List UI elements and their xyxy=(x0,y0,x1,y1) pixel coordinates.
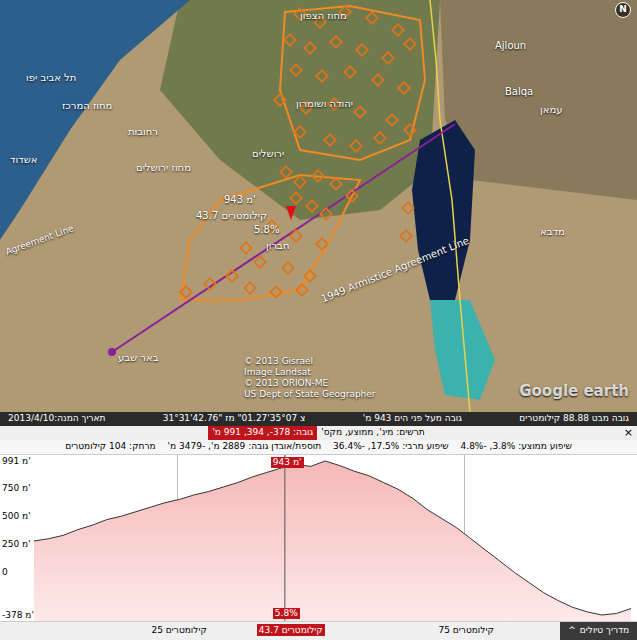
map-label: תל אביב יפו xyxy=(26,70,76,85)
coordinates: 31°31'42.76" צ 35°07'01.27" מז xyxy=(163,412,306,426)
guide-button[interactable]: מדריך טיולים ^ xyxy=(560,622,637,640)
stat: שיפוע מרבי: 17.5%, -36.4% xyxy=(333,440,448,454)
attribution: © 2013 GisraelImage Landsat© 2013 ORION-… xyxy=(244,356,376,400)
expand-icon: ^ xyxy=(568,624,576,638)
elevation: גובה מעל פני הים 943 מ' xyxy=(363,412,462,426)
compass-icon[interactable]: N xyxy=(615,2,631,18)
marker-slope: 5.8% xyxy=(254,222,279,237)
map-label: מחוז ירושלים xyxy=(136,160,191,175)
stat: תוספת/אובדן גובה: 2889 מ', -3479 מ' xyxy=(168,440,322,454)
y-tick: 500 מ' xyxy=(2,511,31,521)
map-label: חברון xyxy=(266,238,289,253)
chart-area[interactable]: 991 מ' 750 מ' 500 מ' 250 מ' 0 -378 מ' 943 מ' 5.… xyxy=(0,455,637,621)
map-label: מחוז המרכז xyxy=(62,98,112,113)
summary-label: תרשים: מינ', ממוצע, מקס' xyxy=(317,426,428,440)
y-tick: 991 מ' xyxy=(2,456,31,466)
summary-value: גובה: 378-, 394, 991 מ' xyxy=(208,426,317,440)
map-view[interactable]: מחוז הצפון Ajloun תל אביב יפו Balqa מחוז המר… xyxy=(0,0,637,412)
eye-altitude: גובה מבט 88.88 קילומטרים xyxy=(519,412,629,426)
map-label: Balqa xyxy=(505,84,533,99)
map-label: Ajloun xyxy=(495,38,526,53)
cursor-elevation: 943 מ' xyxy=(271,457,304,468)
elevation-profile[interactable]: תרשים: מינ', ממוצע, מקס'גובה: 378-, 394,… xyxy=(0,426,637,640)
guide-label: מדריך טיולים xyxy=(580,624,629,638)
google-earth-window: מחוז הצפון Ajloun תל אביב יפו Balqa מחוז המר… xyxy=(0,0,637,640)
marker-distance: 43.7 קילומטרים xyxy=(196,208,267,223)
x-tick: 25 קילומטרים xyxy=(150,624,209,636)
profile-stats-row: שיפוע ממוצע: 3.8%, -4.8% שיפוע מרבי: 17.5… xyxy=(0,440,637,455)
y-tick: 750 מ' xyxy=(2,483,31,493)
map-label: עמאן xyxy=(540,102,562,117)
cursor-slope: 5.8% xyxy=(273,608,300,619)
x-tick: 75 קילומטרים xyxy=(437,624,496,636)
stat: מרחק: 104 קילומטרים xyxy=(65,440,155,454)
y-tick: 250 מ' xyxy=(2,539,31,549)
x-tick: 43.7 קילומטרים xyxy=(257,624,325,636)
satellite-map-icon xyxy=(0,0,637,412)
stat: שיפוע ממוצע: 3.8%, -4.8% xyxy=(461,440,572,454)
y-tick: 0 xyxy=(2,567,8,577)
map-label: רחובות xyxy=(128,124,158,139)
y-tick: -378 מ' xyxy=(2,610,34,620)
y-axis: 991 מ' 750 מ' 500 מ' 250 מ' 0 -378 מ' xyxy=(0,455,34,621)
map-label: אשדוד xyxy=(10,152,37,167)
map-label: יהודה ושומרון xyxy=(296,96,353,111)
close-button[interactable]: × xyxy=(624,426,633,440)
elevation-chart xyxy=(34,455,631,621)
marker-elevation: 943 מ' xyxy=(224,192,256,207)
status-bar: גובה מבט 88.88 קילומטרים גובה מעל פני הים… xyxy=(0,412,637,426)
map-label: באר שבע xyxy=(118,350,158,365)
x-axis-row: 25 קילומטרים 43.7 קילומטרים 75 קילומטרים מד… xyxy=(0,621,637,640)
profile-summary-row: תרשים: מינ', ממוצע, מקס'גובה: 378-, 394,… xyxy=(0,426,637,440)
imagery-date: תאריך המנה:2013/4/10 xyxy=(8,412,105,426)
map-label: מדבא xyxy=(540,224,565,239)
google-earth-logo: Google earth xyxy=(519,380,629,403)
map-label: ירושלים xyxy=(252,146,284,161)
map-label: מחוז הצפון xyxy=(300,8,347,23)
